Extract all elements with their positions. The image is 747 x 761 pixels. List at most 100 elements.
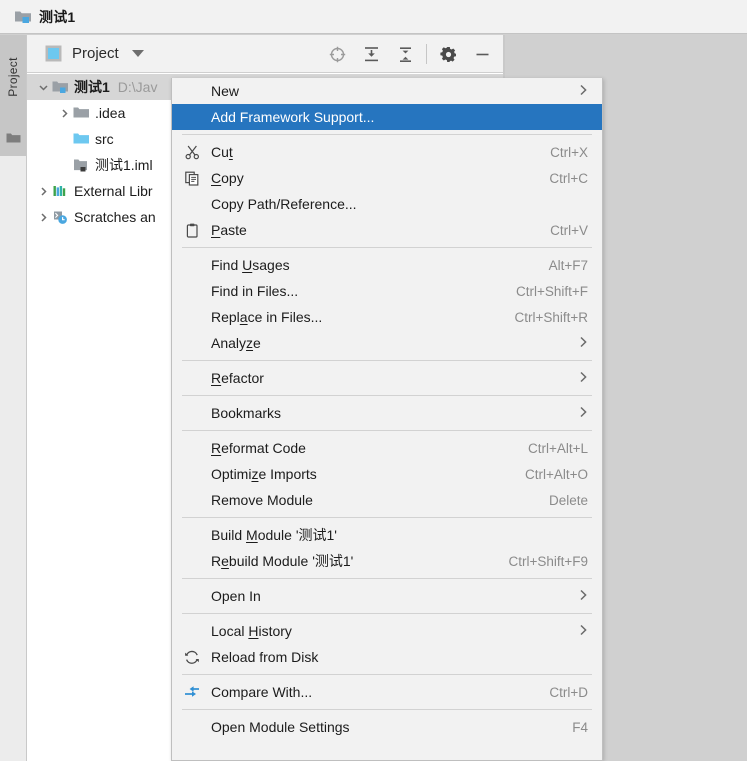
- menu-item-bookmarks[interactable]: Bookmarks: [172, 400, 602, 426]
- menu-item-reformat-code[interactable]: Reformat Code Ctrl+Alt+L: [172, 435, 602, 461]
- menu-item-copy[interactable]: Copy Ctrl+C: [172, 165, 602, 191]
- menu-item-label: Compare With...: [211, 684, 313, 700]
- menu-item-add-framework-support[interactable]: Add Framework Support...: [172, 104, 602, 130]
- menu-item-label: Open In: [211, 588, 261, 604]
- menu-item-label: Find Usages: [211, 257, 290, 273]
- menu-item-label: Replace in Files...: [211, 309, 323, 325]
- menu-item-label: Remove Module: [211, 492, 313, 508]
- chevron-right-icon[interactable]: [35, 209, 51, 225]
- menu-item-label: Local History: [211, 623, 292, 639]
- menu-item-paste[interactable]: Paste Ctrl+V: [172, 217, 602, 243]
- menu-item-label: Copy Path/Reference...: [211, 196, 357, 212]
- menu-item-shortcut: Delete: [548, 492, 588, 508]
- menu-item-refactor[interactable]: Refactor: [172, 365, 602, 391]
- menu-item-analyze[interactable]: Analyze: [172, 330, 602, 356]
- menu-item-label: Open Module Settings: [211, 719, 350, 735]
- menu-item-shortcut: F4: [572, 719, 588, 735]
- menu-separator: [182, 430, 592, 431]
- project-panel-title: Project: [72, 45, 119, 62]
- source-folder-icon: [72, 132, 90, 146]
- menu-item-label: Refactor: [211, 370, 264, 386]
- menu-item-compare-with[interactable]: Compare With... Ctrl+D: [172, 679, 602, 705]
- menu-item-copy-path-reference[interactable]: Copy Path/Reference...: [172, 191, 602, 217]
- menu-separator: [182, 134, 592, 135]
- external-libraries-icon: [51, 184, 69, 198]
- menu-item-label: Bookmarks: [211, 405, 282, 421]
- menu-item-label: Copy: [211, 170, 244, 186]
- chevron-right-icon: [579, 406, 588, 421]
- menu-item-shortcut: Ctrl+Shift+F: [515, 283, 588, 299]
- paste-clipboard-icon: [182, 223, 202, 238]
- tree-label: 测试1.iml: [95, 157, 153, 173]
- menu-item-replace-in-files[interactable]: Replace in Files... Ctrl+Shift+R: [172, 304, 602, 330]
- chevron-down-icon[interactable]: [131, 50, 144, 57]
- menu-item-label: Find in Files...: [211, 283, 299, 299]
- menu-item-label: Paste: [211, 222, 247, 238]
- settings-gear-icon[interactable]: [431, 35, 465, 73]
- tree-label: .idea: [95, 105, 126, 121]
- menu-item-shortcut: Ctrl+Shift+R: [514, 309, 588, 325]
- menu-item-label: Cut: [211, 144, 233, 160]
- tree-label: External Libr: [74, 183, 153, 199]
- menu-item-shortcut: Ctrl+C: [549, 170, 588, 186]
- menu-item-label: Add Framework Support...: [211, 109, 375, 125]
- context-menu[interactable]: New Add Framework Support... Cut Ctrl+X Copy…: [171, 78, 603, 761]
- menu-item-shortcut: Ctrl+D: [549, 684, 588, 700]
- menu-item-reload-from-disk[interactable]: Reload from Disk: [172, 644, 602, 670]
- chevron-right-icon: [579, 84, 588, 99]
- tree-label: src: [95, 131, 114, 147]
- project-panel-header: Project: [27, 35, 503, 73]
- tree-label: 测试1: [74, 79, 110, 95]
- menu-separator: [182, 709, 592, 710]
- chevron-right-icon: [579, 589, 588, 604]
- project-view-icon: [45, 45, 62, 62]
- menu-item-build-module-1[interactable]: Build Module '测试1': [172, 522, 602, 548]
- sidebar-tab-project-label: Project: [6, 57, 20, 97]
- menu-separator: [182, 247, 592, 248]
- menu-item-open-module-settings[interactable]: Open Module Settings F4: [172, 714, 602, 740]
- menu-separator: [182, 578, 592, 579]
- chevron-right-icon[interactable]: [56, 105, 72, 121]
- folder-icon[interactable]: [6, 132, 21, 150]
- menu-item-new[interactable]: New: [172, 78, 602, 104]
- menu-separator: [182, 517, 592, 518]
- menu-item-label: New: [211, 83, 240, 99]
- menu-item-label: Analyze: [211, 335, 261, 351]
- menu-item-shortcut: Ctrl+Alt+L: [527, 440, 588, 456]
- menu-item-shortcut: Ctrl+Shift+F9: [508, 553, 588, 569]
- left-tool-strip: Project re: [0, 35, 27, 761]
- tree-path: D:\Jav: [117, 79, 158, 95]
- menu-item-remove-module[interactable]: Remove Module Delete: [172, 487, 602, 513]
- menu-item-shortcut: Ctrl+X: [550, 144, 588, 160]
- window-title: 测试1: [39, 8, 76, 25]
- menu-item-optimize-imports[interactable]: Optimize Imports Ctrl+Alt+O: [172, 461, 602, 487]
- expand-all-icon[interactable]: [354, 35, 388, 73]
- menu-item-label: Optimize Imports: [211, 466, 317, 482]
- chevron-right-icon: [579, 336, 588, 351]
- chevron-right-icon[interactable]: [35, 183, 51, 199]
- menu-item-cut[interactable]: Cut Ctrl+X: [172, 139, 602, 165]
- tree-label: Scratches an: [74, 209, 156, 225]
- menu-item-open-in[interactable]: Open In: [172, 583, 602, 609]
- chevron-right-icon: [579, 624, 588, 639]
- hide-minimize-icon[interactable]: [465, 35, 499, 73]
- copy-icon: [182, 171, 202, 186]
- menu-item-label: Reload from Disk: [211, 649, 319, 665]
- reload-refresh-icon: [182, 650, 202, 665]
- menu-separator: [182, 395, 592, 396]
- menu-item-find-in-files[interactable]: Find in Files... Ctrl+Shift+F: [172, 278, 602, 304]
- menu-item-local-history[interactable]: Local History: [172, 618, 602, 644]
- collapse-all-icon[interactable]: [388, 35, 422, 73]
- menu-item-find-usages[interactable]: Find Usages Alt+F7: [172, 252, 602, 278]
- menu-separator: [182, 613, 592, 614]
- folder-icon: [72, 106, 90, 120]
- scratches-icon: [51, 210, 69, 225]
- menu-item-label: Reformat Code: [211, 440, 306, 456]
- chevron-right-icon: [579, 371, 588, 386]
- menu-item-shortcut: Ctrl+Alt+O: [524, 466, 588, 482]
- menu-item-label: Rebuild Module '测试1': [211, 553, 354, 569]
- menu-item-rebuild-module-1[interactable]: Rebuild Module '测试1' Ctrl+Shift+F9: [172, 548, 602, 574]
- chevron-down-icon[interactable]: [35, 79, 51, 95]
- compare-arrows-icon: [182, 685, 202, 699]
- locate-icon[interactable]: [320, 35, 354, 73]
